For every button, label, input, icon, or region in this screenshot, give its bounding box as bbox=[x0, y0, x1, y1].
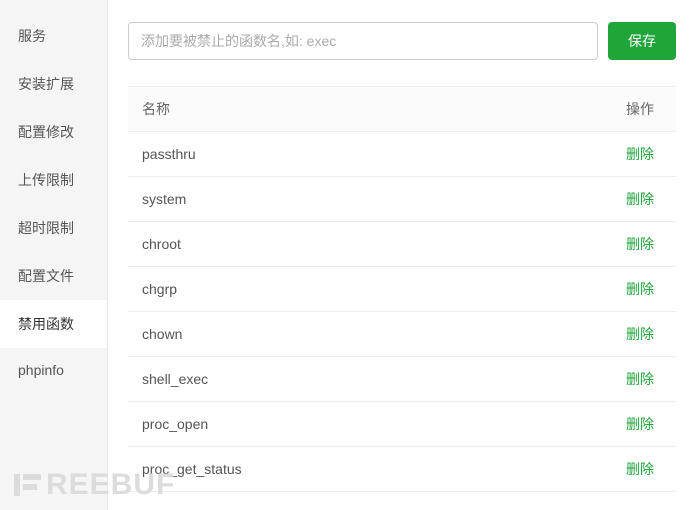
sidebar-item-3[interactable]: 上传限制 bbox=[0, 156, 107, 204]
function-name-cell: passthru bbox=[128, 132, 493, 177]
table-row: chroot 删除 bbox=[128, 222, 676, 267]
sidebar-item-5[interactable]: 配置文件 bbox=[0, 252, 107, 300]
action-cell: 删除 bbox=[493, 492, 676, 501]
function-name-cell: system bbox=[128, 177, 493, 222]
col-name: 名称 bbox=[128, 87, 493, 132]
sidebar-item-1[interactable]: 安装扩展 bbox=[0, 60, 107, 108]
sidebar-item-4[interactable]: 超时限制 bbox=[0, 204, 107, 252]
table-row: passthru 删除 bbox=[128, 132, 676, 177]
sidebar-item-6[interactable]: 禁用函数 bbox=[0, 300, 107, 348]
function-name-cell: proc_open bbox=[128, 402, 493, 447]
table-row: shell_exec 删除 bbox=[128, 357, 676, 402]
function-name-cell: popen bbox=[128, 492, 493, 501]
function-name-cell: chown bbox=[128, 312, 493, 357]
delete-link[interactable]: 删除 bbox=[626, 281, 654, 297]
sidebar: 服务安装扩展配置修改上传限制超时限制配置文件禁用函数phpinfo bbox=[0, 0, 108, 510]
save-button[interactable]: 保存 bbox=[608, 22, 676, 60]
col-action: 操作 bbox=[493, 87, 676, 132]
action-cell: 删除 bbox=[493, 222, 676, 267]
delete-link[interactable]: 删除 bbox=[626, 461, 654, 477]
action-cell: 删除 bbox=[493, 402, 676, 447]
delete-link[interactable]: 删除 bbox=[626, 326, 654, 342]
table-row: chown 删除 bbox=[128, 312, 676, 357]
action-cell: 删除 bbox=[493, 312, 676, 357]
delete-link[interactable]: 删除 bbox=[626, 191, 654, 207]
action-cell: 删除 bbox=[493, 447, 676, 492]
function-name-cell: chroot bbox=[128, 222, 493, 267]
delete-link[interactable]: 删除 bbox=[626, 371, 654, 387]
function-name-cell: proc_get_status bbox=[128, 447, 493, 492]
function-name-cell: shell_exec bbox=[128, 357, 493, 402]
action-cell: 删除 bbox=[493, 357, 676, 402]
function-name-cell: chgrp bbox=[128, 267, 493, 312]
functions-table: 名称 操作 passthru删除system删除chroot删除chgrp删除c… bbox=[128, 87, 676, 500]
action-cell: 删除 bbox=[493, 132, 676, 177]
main-panel: 保存 名称 操作 passthru删除system删除chroot删除chgrp… bbox=[108, 0, 690, 510]
sidebar-item-7[interactable]: phpinfo bbox=[0, 348, 107, 392]
functions-tbody: passthru 删除 system 删除 chroot 删除 chgrp 删除 chown 删除… bbox=[128, 132, 676, 501]
table-row: proc_get_status 删除 bbox=[128, 447, 676, 492]
delete-link[interactable]: 删除 bbox=[626, 146, 654, 162]
action-cell: 删除 bbox=[493, 267, 676, 312]
table-row: popen删除 bbox=[128, 492, 676, 501]
sidebar-item-0[interactable]: 服务 bbox=[0, 12, 107, 60]
table-row: chgrp 删除 bbox=[128, 267, 676, 312]
delete-link[interactable]: 删除 bbox=[626, 416, 654, 432]
action-cell: 删除 bbox=[493, 177, 676, 222]
input-bar: 保存 bbox=[128, 22, 676, 60]
delete-link[interactable]: 删除 bbox=[626, 236, 654, 252]
functions-table-wrap[interactable]: 名称 操作 passthru删除system删除chroot删除chgrp删除c… bbox=[128, 86, 676, 500]
function-name-input[interactable] bbox=[128, 22, 598, 60]
table-row: system 删除 bbox=[128, 177, 676, 222]
table-row: proc_open 删除 bbox=[128, 402, 676, 447]
sidebar-item-2[interactable]: 配置修改 bbox=[0, 108, 107, 156]
